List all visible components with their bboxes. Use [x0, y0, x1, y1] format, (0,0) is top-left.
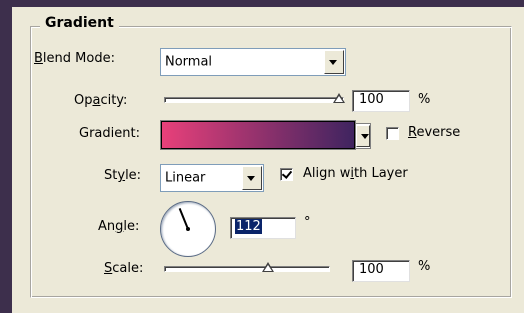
scale-input[interactable]: 100 — [352, 260, 410, 282]
window-frame-top — [0, 0, 524, 7]
opacity-unit: % — [418, 92, 431, 107]
blend-mode-label: Blend Mode: — [34, 51, 115, 66]
window-frame-left — [0, 0, 12, 313]
scale-label: Scale: — [104, 261, 144, 276]
gradient-label: Gradient: — [79, 126, 140, 141]
style-label: Style: — [104, 168, 142, 183]
scale-unit: % — [418, 259, 431, 274]
opacity-input[interactable]: 100 — [352, 90, 410, 112]
opacity-label: Opacity: — [74, 93, 128, 108]
style-value: Linear — [165, 170, 206, 186]
opacity-slider-track[interactable] — [164, 97, 344, 103]
blend-mode-value: Normal — [165, 54, 213, 70]
align-with-layer-checkbox[interactable] — [280, 168, 293, 181]
opacity-slider-thumb[interactable] — [333, 93, 345, 103]
angle-unit: ° — [304, 215, 311, 230]
angle-dial[interactable] — [160, 201, 216, 257]
align-with-layer-label: Align with Layer — [303, 166, 408, 181]
angle-label: Angle: — [98, 219, 140, 234]
reverse-label: Reverse — [408, 125, 461, 140]
group-title: Gradient — [40, 15, 119, 31]
gradient-picker-select[interactable] — [355, 123, 371, 149]
chevron-down-icon[interactable] — [242, 166, 262, 190]
blend-mode-select[interactable]: Normal — [160, 48, 346, 76]
gradient-preview[interactable] — [160, 120, 356, 150]
reverse-checkbox[interactable] — [386, 127, 399, 140]
angle-input[interactable]: 112 — [230, 217, 296, 239]
angle-dial-center — [186, 227, 190, 231]
chevron-down-icon[interactable] — [324, 50, 344, 74]
scale-slider-track[interactable] — [164, 266, 330, 272]
chevron-down-icon[interactable] — [356, 125, 370, 147]
scale-slider-thumb[interactable] — [262, 262, 274, 272]
gradient-overlay-panel: Gradient Blend Mode: Normal Opacity: 100… — [12, 7, 524, 313]
style-select[interactable]: Linear — [160, 164, 264, 192]
